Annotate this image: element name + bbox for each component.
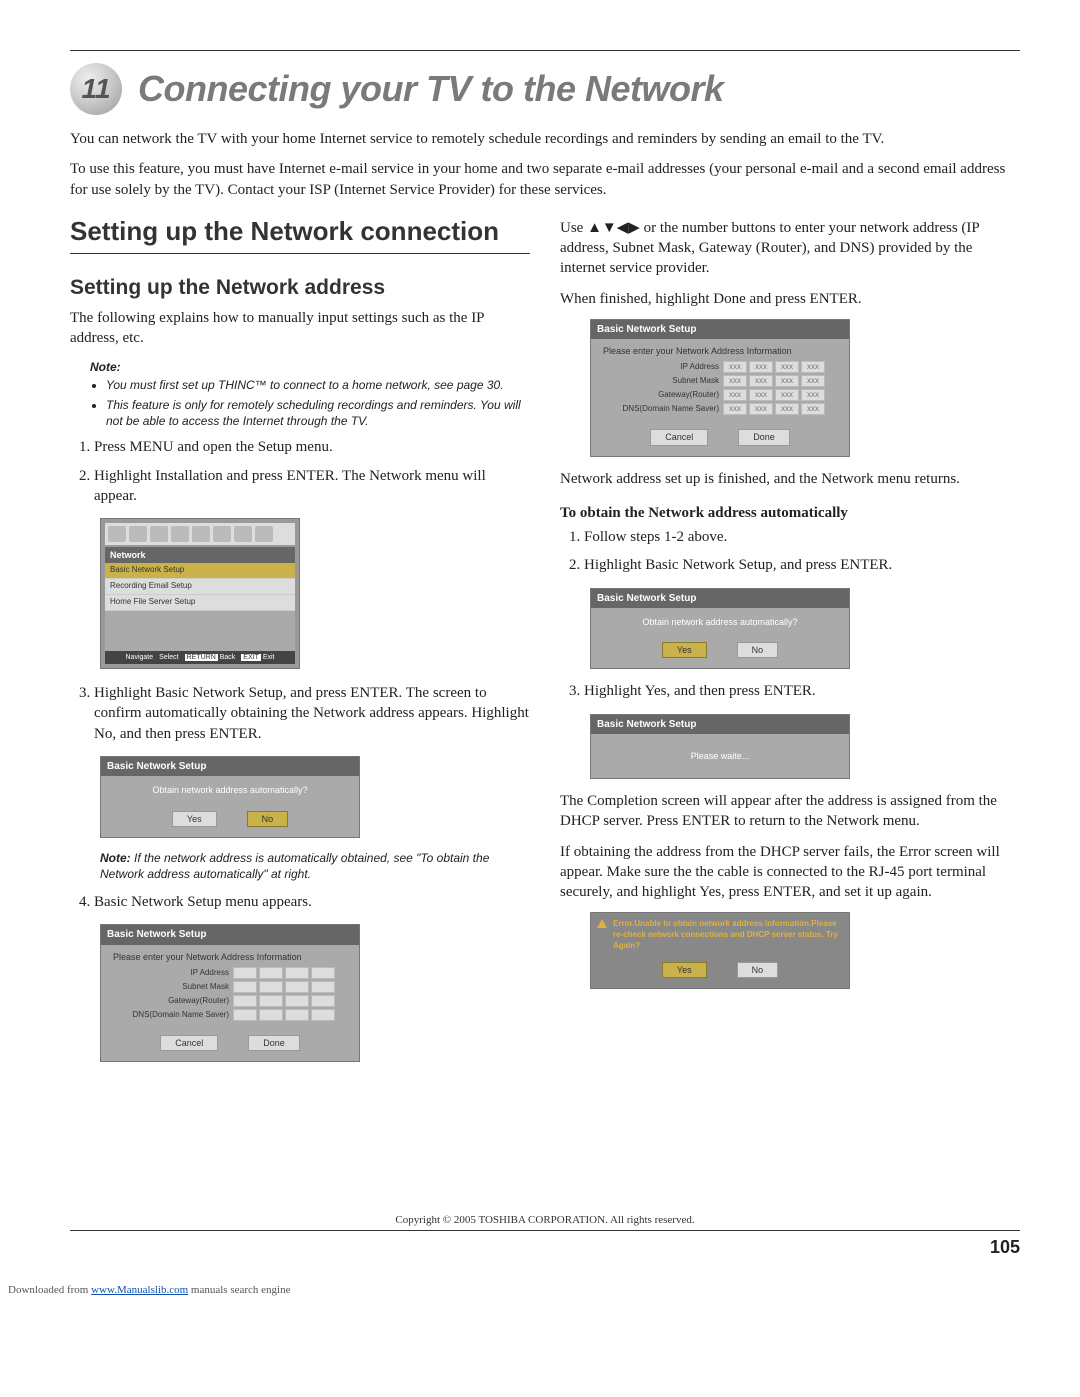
osd-auto-obtain-no: Basic Network Setup Obtain network addre… xyxy=(100,756,360,838)
osd-nav-bar: Navigate Select RETURN Back EXIT Exit xyxy=(105,651,295,664)
subsection-heading: Setting up the Network address xyxy=(70,274,530,302)
osd-address-blank: Basic Network Setup Please enter your Ne… xyxy=(100,924,360,1062)
menu-tab-icon xyxy=(255,526,273,542)
note-block: Note: You must first set up THINC™ to co… xyxy=(90,359,530,430)
manualslib-link[interactable]: www.Manualslib.com xyxy=(91,1284,188,1296)
osd-menu-item: Basic Network Setup xyxy=(105,563,295,579)
step-item: Follow steps 1-2 above. xyxy=(584,527,1020,547)
step-item: Highlight Installation and press ENTER. … xyxy=(94,466,530,507)
osd-title: Basic Network Setup xyxy=(101,757,359,777)
body-paragraph: The Completion screen will appear after … xyxy=(560,791,1020,832)
osd-cancel-button: Cancel xyxy=(160,1035,218,1051)
osd-address-filled: Basic Network Setup Please enter your Ne… xyxy=(590,319,850,457)
menu-tab-icon xyxy=(108,526,126,542)
warning-icon xyxy=(597,919,607,928)
osd-yes-button: Yes xyxy=(662,962,707,978)
osd-error-text: Error.Unable to obtain network address i… xyxy=(591,913,849,955)
copyright-text: Copyright © 2005 TOSHIBA CORPORATION. Al… xyxy=(70,1214,1020,1226)
note-item: This feature is only for remotely schedu… xyxy=(106,397,530,429)
menu-tab-icon xyxy=(213,526,231,542)
osd-error: Error.Unable to obtain network address i… xyxy=(590,912,850,989)
inline-note: Note: If the network address is automati… xyxy=(100,850,500,882)
osd-yes-button: Yes xyxy=(662,642,707,658)
lead-paragraph: The following explains how to manually i… xyxy=(70,308,530,349)
menu-tab-icon xyxy=(150,526,168,542)
page-number: 105 xyxy=(990,1237,1020,1258)
step-item: Highlight Yes, and then press ENTER. xyxy=(584,681,1020,701)
body-paragraph: Network address set up is finished, and … xyxy=(560,469,1020,489)
body-paragraph: If obtaining the address from the DHCP s… xyxy=(560,842,1020,903)
chapter-title: Connecting your TV to the Network xyxy=(138,68,724,110)
osd-address-heading: Please enter your Network Address Inform… xyxy=(109,949,351,967)
download-footer: Downloaded from www.Manualslib.com manua… xyxy=(0,1278,1080,1304)
osd-title: Basic Network Setup xyxy=(101,925,359,945)
osd-menu-item: Recording Email Setup xyxy=(105,579,295,595)
osd-no-button: No xyxy=(737,962,779,978)
chapter-header: 11 Connecting your TV to the Network xyxy=(70,63,1020,115)
step-item: Press MENU and open the Setup menu. xyxy=(94,437,530,457)
osd-prompt: Obtain network address automatically? xyxy=(591,608,849,636)
osd-auto-obtain-yes: Basic Network Setup Obtain network addre… xyxy=(590,588,850,670)
menu-tab-icon xyxy=(192,526,210,542)
menu-tab-icon xyxy=(171,526,189,542)
sub-heading: To obtain the Network address automatica… xyxy=(560,503,1020,523)
menu-tab-icon xyxy=(234,526,252,542)
osd-prompt: Obtain network address automatically? xyxy=(101,776,359,804)
osd-title: Basic Network Setup xyxy=(591,320,849,340)
osd-no-button: No xyxy=(737,642,779,658)
osd-menu-item: Home File Server Setup xyxy=(105,595,295,611)
osd-network-menu: Network Basic Network Setup Recording Em… xyxy=(100,518,300,669)
osd-menu-title: Network xyxy=(105,547,295,563)
intro-paragraph-1: You can network the TV with your home In… xyxy=(70,129,1020,149)
osd-title: Basic Network Setup xyxy=(591,715,849,735)
body-paragraph: When finished, highlight Done and press … xyxy=(560,289,1020,309)
section-heading: Setting up the Network connection xyxy=(70,214,530,254)
step-item: Highlight Basic Network Setup, and press… xyxy=(94,683,530,744)
step-item: Basic Network Setup menu appears. xyxy=(94,892,530,912)
osd-please-wait: Basic Network Setup Please waite... xyxy=(590,714,850,780)
osd-yes-button: Yes xyxy=(172,811,217,827)
chapter-number-badge: 11 xyxy=(70,63,122,115)
osd-address-heading: Please enter your Network Address Inform… xyxy=(599,343,841,361)
osd-title: Basic Network Setup xyxy=(591,589,849,609)
note-label: Note: xyxy=(90,360,121,374)
body-paragraph: Use ▲▼◀▶ or the number buttons to enter … xyxy=(560,218,1020,279)
osd-done-button: Done xyxy=(248,1035,300,1051)
step-item: Highlight Basic Network Setup, and press… xyxy=(584,555,1020,575)
osd-cancel-button: Cancel xyxy=(650,429,708,445)
osd-no-button: No xyxy=(247,811,289,827)
osd-done-button: Done xyxy=(738,429,790,445)
note-item: You must first set up THINC™ to connect … xyxy=(106,377,530,393)
intro-paragraph-2: To use this feature, you must have Inter… xyxy=(70,159,1020,200)
menu-tab-icon xyxy=(129,526,147,542)
osd-wait-text: Please waite... xyxy=(591,734,849,778)
